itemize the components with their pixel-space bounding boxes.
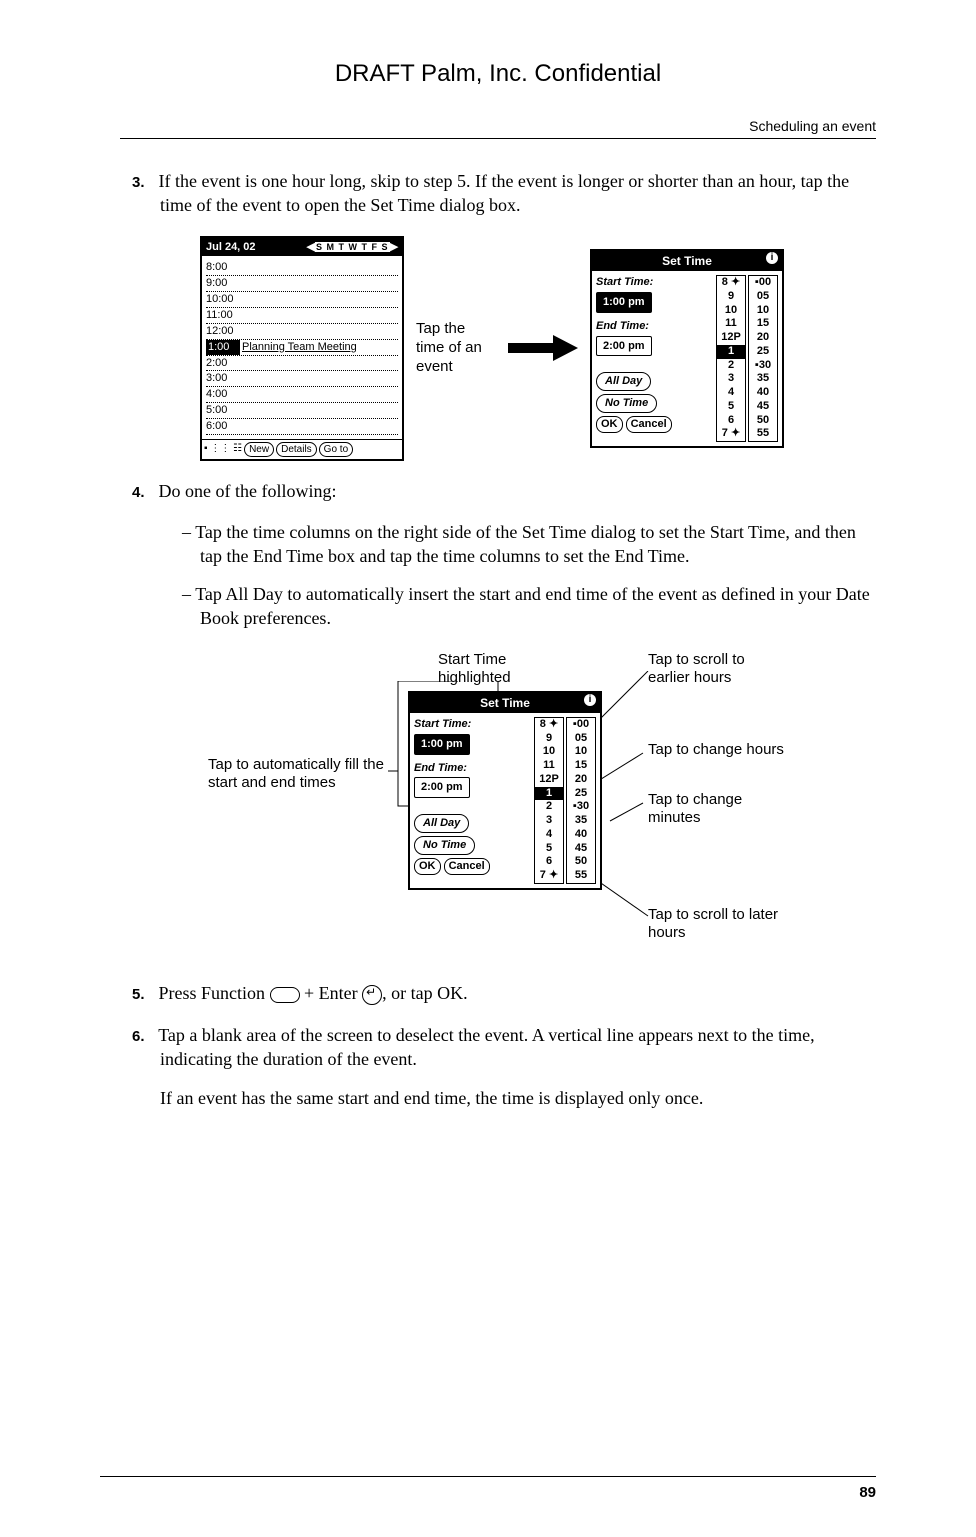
enter-key-icon	[362, 985, 382, 1005]
label-change-minutes: Tap to change minutes	[648, 791, 788, 829]
hour-column: 8 ✦910 1112P 1 234 567 ✦	[716, 275, 746, 442]
substep: – Tap the time columns on the right side…	[182, 520, 876, 569]
day-picker: ◀S M T W T F S▶	[307, 240, 398, 255]
end-time-box: 2:00 pm	[414, 777, 470, 798]
function-key-icon	[270, 987, 300, 1003]
step-text: If the event is one hour long, skip to s…	[159, 171, 850, 215]
info-icon: i	[584, 694, 596, 706]
start-time-box: 1:00 pm	[414, 734, 470, 755]
selected-time: 1:00	[206, 340, 240, 355]
step-number: 5.	[132, 985, 154, 1005]
cancel-button: Cancel	[444, 858, 490, 875]
page-number: 89	[859, 1484, 876, 1501]
label-change-hours: Tap to change hours	[648, 741, 788, 760]
step-text: Do one of the following:	[159, 481, 337, 501]
all-day-button: All Day	[596, 372, 651, 391]
ok-button: OK	[596, 416, 623, 433]
details-button: Details	[276, 442, 317, 458]
ok-button: OK	[414, 858, 441, 875]
label-scroll-down: Tap to scroll to later hours	[648, 906, 788, 944]
minute-column: ▪000510 152025 ▪303540 455055	[566, 717, 596, 884]
goto-button: Go to	[319, 442, 353, 458]
step-text: Tap a blank area of the screen to desele…	[158, 1025, 814, 1069]
substep: – Tap All Day to automatically insert th…	[182, 582, 876, 631]
no-time-button: No Time	[596, 394, 657, 413]
minute-column: ▪000510 152025 ▪303540 455055	[748, 275, 778, 442]
footer-rule	[100, 1476, 876, 1477]
hour-column: 8 ✦910 1112P 1 234 567 ✦	[534, 717, 564, 884]
settime-dialog: Set Timei Start Time: 1:00 pm End Time: …	[590, 249, 784, 448]
end-time-box: 2:00 pm	[596, 336, 652, 357]
all-day-button: All Day	[414, 814, 469, 833]
new-button: New	[244, 442, 274, 458]
datebook-date: Jul 24, 02	[206, 240, 256, 255]
step-number: 4.	[132, 483, 154, 503]
label-scroll-up: Tap to scroll to earlier hours	[648, 651, 788, 689]
no-time-button: No Time	[414, 836, 475, 855]
figure-caption: Tap the time of an event	[416, 320, 496, 376]
arrow-icon	[508, 333, 578, 363]
start-time-box: 1:00 pm	[596, 292, 652, 313]
draft-watermark: DRAFT Palm, Inc. Confidential	[120, 60, 876, 88]
datebook-mockup: Jul 24, 02 ◀S M T W T F S▶ 8:00 9:00 10:…	[200, 236, 404, 462]
cancel-button: Cancel	[626, 416, 672, 433]
step-note: If an event has the same start and end t…	[160, 1086, 876, 1110]
step-number: 3.	[132, 173, 154, 193]
label-auto-fill: Tap to automatically fill the start and …	[208, 756, 388, 794]
figure-1: Jul 24, 02 ◀S M T W T F S▶ 8:00 9:00 10:…	[200, 236, 876, 462]
event-label: Planning Team Meeting	[242, 340, 357, 355]
info-icon: i	[766, 252, 778, 264]
section-title: Scheduling an event	[120, 118, 876, 134]
figure-2: Start Time highlighted Tap to scroll to …	[208, 651, 828, 951]
step-number: 6.	[132, 1027, 154, 1047]
header-rule	[120, 138, 876, 139]
step-text: Press Function	[159, 983, 270, 1003]
